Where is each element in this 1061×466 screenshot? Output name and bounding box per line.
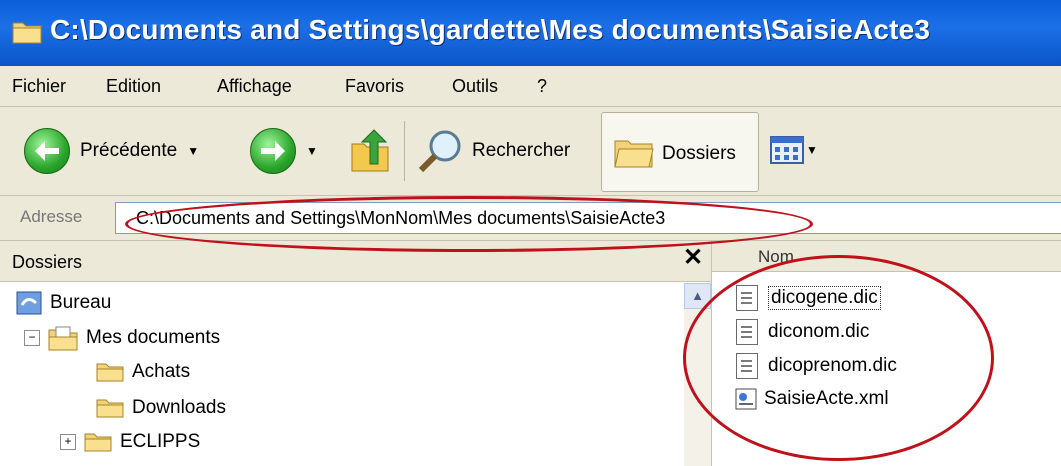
- address-value: C:\Documents and Settings\MonNom\Mes doc…: [136, 208, 666, 228]
- folders-pane-title: Dossiers: [12, 252, 83, 272]
- toolbar: Précédente ▼ ▼ Rechercher: [0, 107, 1061, 196]
- forward-button[interactable]: ▼: [250, 107, 318, 195]
- tree-item-downloads[interactable]: Downloads: [96, 397, 226, 419]
- documents-folder-icon: [48, 326, 78, 351]
- views-button[interactable]: ▼: [770, 136, 818, 164]
- folder-icon: [96, 363, 124, 382]
- menu-edition[interactable]: Edition: [106, 76, 161, 97]
- tree-item-bureau[interactable]: Bureau: [16, 291, 111, 315]
- tree-item-label: ECLIPPS: [120, 431, 201, 452]
- views-icon: [770, 136, 804, 164]
- tree-item-label: Mes documents: [86, 327, 221, 348]
- close-icon[interactable]: ✕: [683, 243, 703, 272]
- search-button[interactable]: Rechercher: [418, 107, 570, 195]
- files-pane: Nom dicogene.dic diconom.dic dicoprenom.…: [712, 241, 1061, 466]
- search-icon: [418, 130, 461, 173]
- tree-item-eclipps[interactable]: + ECLIPPS: [60, 431, 200, 453]
- tree-item-label: Downloads: [132, 397, 226, 418]
- title-bar[interactable]: C:\Documents and Settings\gardette\Mes d…: [0, 0, 1061, 66]
- file-item[interactable]: SaisieActe.xml: [734, 387, 889, 411]
- tree-item-label: Bureau: [50, 292, 112, 313]
- expand-icon[interactable]: +: [60, 434, 76, 450]
- menu-outils[interactable]: Outils: [452, 76, 498, 97]
- forward-arrow-icon: [250, 128, 296, 174]
- file-item[interactable]: dicoprenom.dic: [736, 353, 897, 379]
- folders-pane: Dossiers ✕ Bureau − Mes documents Achats…: [0, 241, 712, 466]
- folder-icon: [84, 433, 112, 452]
- document-icon: [736, 285, 758, 311]
- menu-affichage[interactable]: Affichage: [217, 76, 292, 97]
- file-item[interactable]: dicogene.dic: [736, 285, 881, 311]
- folders-label: Dossiers: [662, 143, 736, 164]
- menu-fichier[interactable]: Fichier: [12, 76, 66, 97]
- file-name: dicogene.dic: [768, 286, 881, 310]
- address-label: Adresse: [20, 207, 83, 226]
- menu-help[interactable]: ?: [537, 76, 547, 97]
- menu-bar: Fichier Edition Affichage Favoris Outils…: [0, 66, 1061, 107]
- xml-file-icon: [735, 388, 757, 410]
- toolbar-separator: [404, 121, 405, 181]
- address-input[interactable]: C:\Documents and Settings\MonNom\Mes doc…: [115, 202, 1061, 234]
- file-name: dicoprenom.dic: [768, 355, 897, 376]
- file-item[interactable]: diconom.dic: [736, 319, 869, 345]
- forward-dropdown-icon[interactable]: ▼: [306, 144, 318, 158]
- files-header: Nom: [712, 241, 1061, 272]
- scroll-up-icon[interactable]: ▲: [684, 283, 711, 309]
- collapse-icon[interactable]: −: [24, 330, 40, 346]
- folder-icon: [12, 22, 42, 44]
- file-name: SaisieActe.xml: [764, 388, 889, 409]
- menu-favoris[interactable]: Favoris: [345, 76, 404, 97]
- tree-item-mes-documents[interactable]: − Mes documents: [24, 325, 220, 351]
- folders-scrollbar[interactable]: ▲: [684, 283, 711, 466]
- up-folder-icon: [351, 129, 389, 172]
- back-arrow-icon: [24, 128, 70, 174]
- back-dropdown-icon[interactable]: ▼: [187, 144, 199, 158]
- address-bar: Adresse C:\Documents and Settings\MonNom…: [0, 196, 1061, 241]
- search-label: Rechercher: [472, 140, 571, 161]
- column-header-name[interactable]: Nom: [758, 247, 794, 267]
- views-dropdown-icon[interactable]: ▼: [806, 143, 818, 157]
- folders-pane-header: Dossiers ✕: [0, 241, 711, 282]
- folders-button[interactable]: Dossiers: [601, 112, 759, 192]
- document-icon: [736, 319, 758, 345]
- back-label: Précédente: [80, 140, 178, 161]
- tree-item-achats[interactable]: Achats: [96, 361, 190, 383]
- back-button[interactable]: Précédente ▼: [24, 107, 199, 195]
- tree-item-label: Achats: [132, 361, 191, 382]
- desktop-icon: [16, 291, 42, 315]
- folder-icon: [96, 399, 124, 418]
- up-folder-button[interactable]: [350, 107, 390, 195]
- window-title: C:\Documents and Settings\gardette\Mes d…: [50, 14, 931, 45]
- folder-icon: [614, 140, 654, 168]
- document-icon: [736, 353, 758, 379]
- file-name: diconom.dic: [768, 321, 870, 342]
